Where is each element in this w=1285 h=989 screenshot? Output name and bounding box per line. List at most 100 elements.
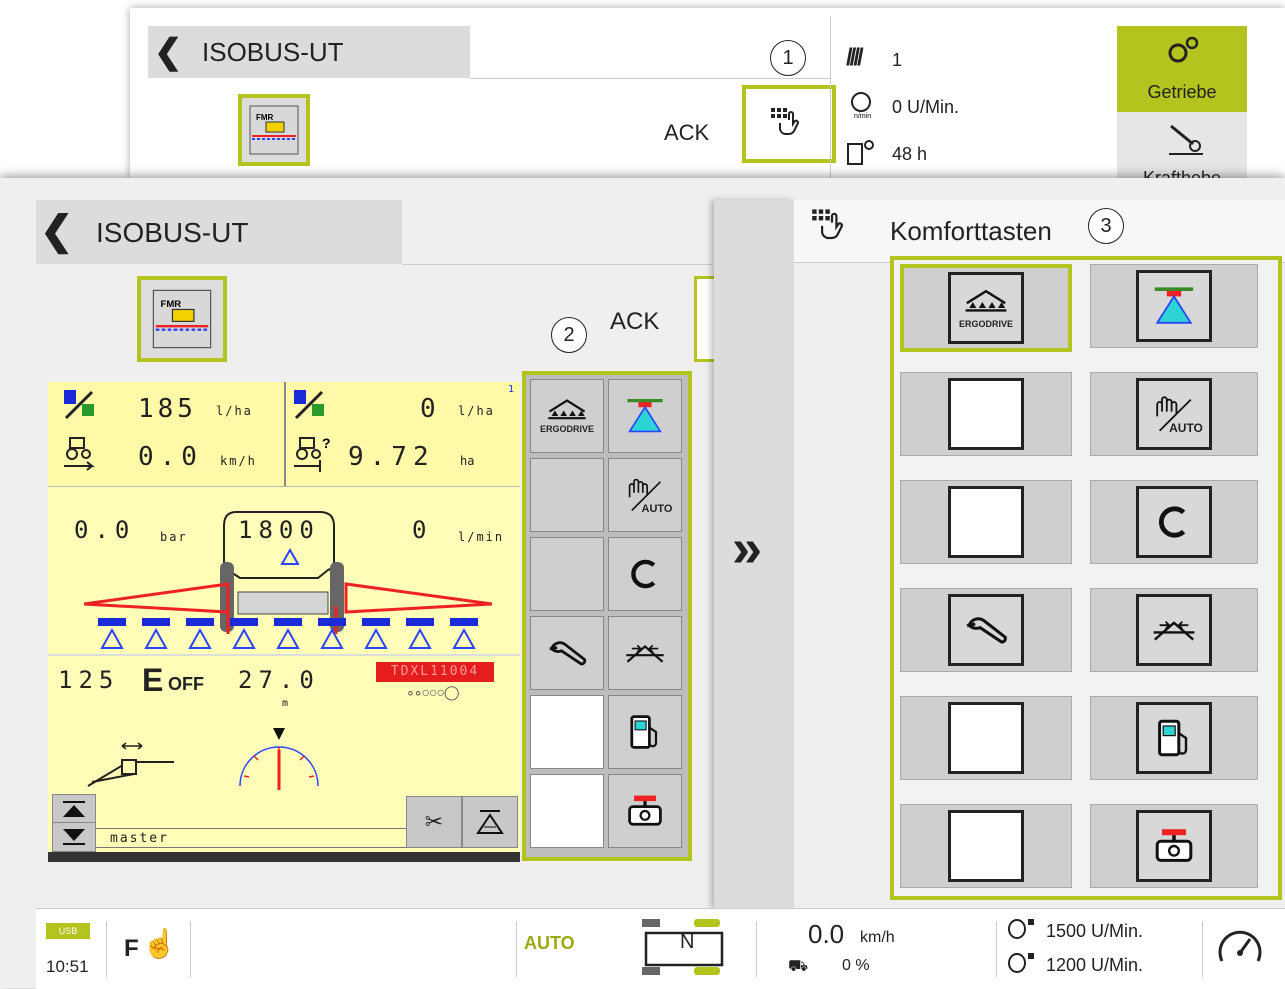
speed-readout-unit: km/h — [860, 929, 895, 946]
status-divider-2 — [190, 921, 191, 977]
area-value: 9.72 — [348, 442, 435, 472]
comfort-key-spray[interactable] — [1090, 264, 1258, 348]
rate-actual-unit: l/ha — [458, 404, 495, 418]
steering-icon — [87, 742, 174, 787]
tractor-speed-icon — [64, 437, 95, 471]
comfort-key-wrench[interactable] — [900, 588, 1072, 672]
softkey-ergodrive[interactable]: ERGODRIVE — [530, 379, 604, 453]
f-button[interactable]: F ☝ — [124, 927, 177, 967]
ergodrive-text: ERGODRIVE — [958, 319, 1013, 329]
auto-text: AUTO — [641, 503, 673, 515]
back-hours-value: 48 h — [892, 144, 928, 164]
comfort-key-white1[interactable] — [900, 696, 1072, 780]
gears-icon — [1168, 36, 1199, 63]
comfort-keys-icon — [771, 108, 799, 135]
rate-set-unit: l/ha — [216, 404, 253, 418]
back-gear-value: 1 — [892, 50, 903, 70]
softkey-c[interactable] — [608, 537, 682, 611]
hitch-icon — [1169, 124, 1203, 155]
ergodrive-text: ERGODRIVE — [539, 424, 594, 434]
section-value: 125 — [58, 666, 120, 694]
back-arrow-icon[interactable]: ❮ — [154, 32, 183, 72]
comfort-key-boom-fold[interactable] — [1090, 588, 1258, 672]
softkey-fuel[interactable] — [608, 695, 682, 769]
krafthebe-button[interactable]: Krafthebe — [1117, 112, 1247, 178]
ut-header: ❮ ISOBUS-UT — [36, 200, 402, 264]
expand-icon[interactable]: » — [732, 521, 762, 575]
rate-actual-icon — [294, 390, 324, 420]
getriebe-button[interactable]: Getriebe — [1117, 26, 1247, 112]
softkey-white1[interactable] — [530, 695, 604, 769]
auto-text: AUTO — [1169, 421, 1203, 435]
rpm2-value: 1200 U/Min. — [1046, 955, 1144, 975]
boom-fold-icon — [626, 644, 664, 663]
softkey-white2[interactable] — [530, 774, 604, 848]
status-divider-6 — [1202, 921, 1203, 977]
comfort-key-face: ERGODRIVE — [948, 272, 1024, 344]
callout-2: 2 — [551, 317, 587, 353]
comfort-grid-frame: ERGODRIVE AUTO — [890, 256, 1282, 900]
comfort-key-fuel[interactable] — [1090, 696, 1258, 780]
time-label: 10:51 — [46, 957, 89, 976]
softkey-grid: ERGODRIVE AUTO — [530, 379, 684, 853]
speedometer-icon[interactable] — [1216, 923, 1264, 967]
pressure-unit: bar — [160, 530, 188, 544]
back-title: ISOBUS-UT — [202, 37, 344, 67]
cut-button[interactable]: ✂ — [406, 796, 462, 848]
comfort-key-ergodrive[interactable]: ERGODRIVE — [900, 264, 1072, 352]
comfort-key-face — [948, 810, 1024, 882]
status-bar: USB 10:51 F ☝ AUTO N 0.0 km/h ⛟ 0 % 1500… — [36, 908, 1285, 989]
comfort-key-face — [1136, 486, 1212, 558]
display-footer-strip — [48, 852, 520, 862]
callout-3: 3 — [1088, 208, 1124, 244]
comfort-key-manual-auto[interactable]: AUTO — [1090, 372, 1258, 456]
back-comfort-button[interactable] — [742, 85, 836, 163]
fuel-hours-icon — [847, 140, 874, 165]
scroll-down-button[interactable] — [52, 822, 96, 852]
svg-text:?: ? — [322, 435, 331, 451]
metrics-divider — [284, 382, 286, 486]
nozzle-label: TDXL11004 — [376, 662, 494, 682]
softkey-valve[interactable] — [608, 774, 682, 848]
back-screen: ❮ ISOBUS-UT FMR ACK 1 //// 1 n/min 0 U/M… — [130, 8, 1285, 178]
ack-label: ACK — [610, 308, 660, 335]
comfort-key-white2[interactable] — [900, 804, 1072, 888]
softkey-empty2[interactable] — [530, 537, 604, 611]
lower-divider — [48, 654, 520, 656]
comfort-key-face — [948, 594, 1024, 666]
comfort-panel: Komforttasten 3 ERGODRIVE AUTO — [794, 200, 1285, 908]
softkey-manual-auto[interactable]: AUTO — [608, 458, 682, 532]
ack-partial-button[interactable] — [694, 276, 716, 362]
status-divider-5 — [996, 921, 997, 977]
gear-stripes-icon: //// — [846, 44, 864, 71]
pressure-value: 0.0 — [74, 516, 136, 544]
gear-n-label: N — [680, 931, 695, 953]
area-unit: ha — [460, 454, 475, 468]
c-icon — [1159, 506, 1186, 538]
arrow-down-icon — [63, 829, 85, 845]
softkey-wrench[interactable] — [530, 616, 604, 690]
comfort-key-face: AUTO — [1136, 378, 1212, 450]
back-header: ❮ ISOBUS-UT — [148, 26, 470, 78]
softkey-empty1[interactable] — [530, 458, 604, 532]
comfort-key-empty1[interactable] — [900, 372, 1072, 456]
softkey-boom-fold[interactable] — [608, 616, 682, 690]
flow-unit: l/min — [458, 530, 505, 544]
comfort-key-face — [948, 486, 1024, 558]
width-value: 27.0 — [238, 666, 320, 694]
speed-value: 0.0 — [138, 442, 203, 472]
boom-lift-button[interactable] — [462, 796, 518, 848]
f-label: F — [124, 935, 139, 962]
implement-icon[interactable]: FMR — [137, 276, 227, 362]
comfort-key-c[interactable] — [1090, 480, 1258, 564]
comfort-key-valve[interactable] — [1090, 804, 1258, 888]
comfort-keys-icon — [812, 209, 843, 240]
comfort-key-empty2[interactable] — [900, 480, 1072, 564]
ut-back-arrow-icon[interactable]: ❮ — [40, 208, 74, 254]
slip-value: 0 % — [842, 957, 870, 974]
scroll-up-button[interactable] — [52, 794, 96, 824]
comfort-key-face — [1136, 810, 1212, 882]
softkey-spray[interactable] — [608, 379, 682, 453]
back-implement-icon[interactable]: FMR — [238, 94, 310, 166]
softkey-column: ERGODRIVE AUTO — [522, 371, 692, 861]
